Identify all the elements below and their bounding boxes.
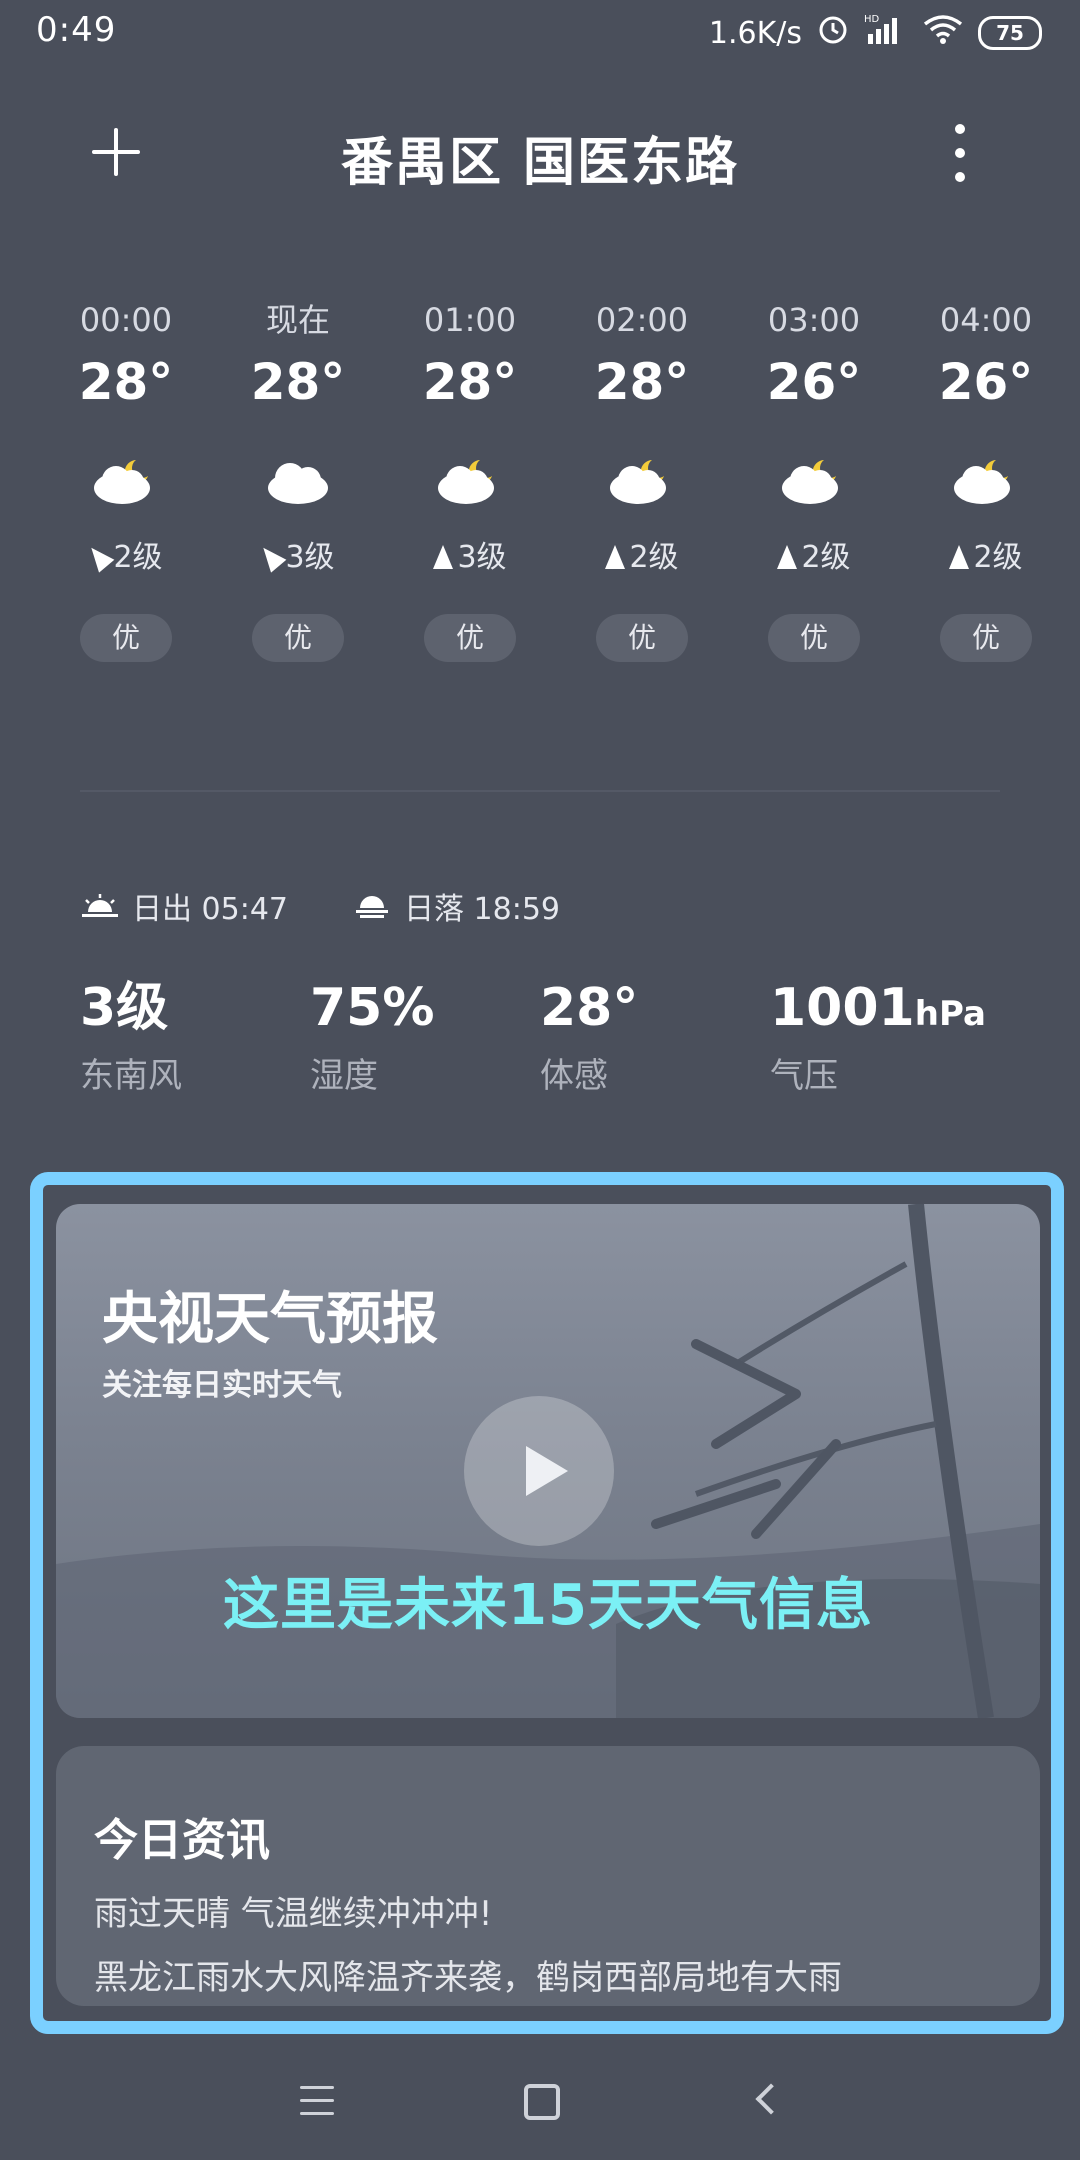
signal-icon: HD — [864, 12, 908, 54]
hour-time: 00:00 — [79, 301, 173, 339]
wind-direction-icon — [605, 545, 626, 569]
hour-wind: 2级 — [728, 538, 900, 578]
stat-humidity: 75% 湿度 — [310, 976, 530, 1097]
aqi-badge: 优 — [768, 614, 860, 662]
aqi-badge: 优 — [940, 614, 1032, 662]
status-time: 0:49 — [36, 10, 117, 50]
hour-time: 现在 — [265, 301, 330, 339]
partly-cloudy-night-icon — [946, 450, 1026, 508]
hour-item: 01:00 28° 3级 优 — [384, 300, 556, 662]
hour-item: 现在 28° 3级 优 — [212, 300, 384, 662]
wind-direction-icon — [777, 545, 798, 569]
news-card[interactable]: 今日资讯 雨过天晴 气温继续冲冲冲! 黑龙江雨水大风降温齐来袭，鹤岗西部局地有大… — [56, 1746, 1040, 2006]
header: 番禺区 国医东路 — [0, 110, 1080, 200]
aqi-badge: 优 — [596, 614, 688, 662]
hour-wind: 2级 — [556, 538, 728, 578]
hour-temp: 26° — [766, 353, 862, 411]
battery-icon: 75 — [978, 16, 1042, 50]
hour-time: 02:00 — [595, 301, 689, 339]
hour-wind: 3级 — [384, 538, 556, 578]
hour-temp: 26° — [938, 353, 1034, 411]
menu-icon[interactable] — [300, 2086, 334, 2115]
stat-label: 东南风 — [80, 1056, 182, 1096]
wind-direction-icon — [949, 545, 970, 569]
sunrise-icon — [80, 892, 120, 920]
network-speed: 1.6K/s — [708, 15, 802, 51]
more-options-button[interactable] — [954, 124, 966, 182]
aqi-badge: 优 — [252, 614, 344, 662]
back-icon[interactable] — [755, 2083, 787, 2115]
hour-temp: 28° — [594, 353, 690, 411]
wind-direction-icon — [256, 541, 287, 573]
hd-label: HD — [864, 14, 880, 25]
stat-wind: 3级 东南风 — [80, 976, 300, 1097]
home-icon[interactable] — [524, 2084, 560, 2120]
status-icons: 1.6K/s HD 75 — [709, 12, 1042, 54]
partly-cloudy-night-icon — [430, 450, 510, 508]
wind-direction-icon — [433, 545, 454, 569]
sunset: 日落 18:59 — [352, 884, 560, 928]
sunset-text: 日落 18:59 — [404, 892, 560, 927]
partly-cloudy-night-icon — [774, 450, 854, 508]
hour-time: 01:00 — [423, 301, 517, 339]
hour-item: 00:00 28° 2级 优 — [40, 300, 212, 662]
play-button[interactable] — [464, 1396, 614, 1546]
partly-cloudy-night-icon — [86, 450, 166, 508]
stat-label: 气压 — [770, 1056, 838, 1096]
sun-times: 日出 05:47 日落 18:59 — [80, 884, 624, 928]
sunrise-text: 日出 05:47 — [132, 892, 288, 927]
video-title: 央视天气预报 — [102, 1287, 438, 1352]
stat-value: 1001hPa — [770, 978, 986, 1038]
hourly-forecast[interactable]: 00:00 28° 2级 优 现在 28° 3级 优 01:00 28° 3级 … — [40, 300, 1080, 700]
news-title: 今日资讯 — [94, 1815, 270, 1866]
partly-cloudy-night-icon — [602, 450, 682, 508]
aqi-badge: 优 — [80, 614, 172, 662]
hour-wind: 3级 — [212, 538, 384, 578]
stat-feels-like: 28° 体感 — [540, 976, 760, 1097]
cloudy-icon — [258, 450, 338, 508]
weather-video-card[interactable]: 央视天气预报 关注每日实时天气 这里是未来15天天气信息 — [56, 1204, 1040, 1718]
stat-label: 体感 — [540, 1056, 608, 1096]
page-title: 番禺区 国医东路 — [340, 133, 740, 193]
status-bar: 0:49 1.6K/s HD 75 — [0, 0, 1080, 64]
hour-item: 04:00 26° 2级 优 — [900, 300, 1072, 662]
wifi-icon — [922, 12, 964, 54]
stat-value: 28° — [540, 978, 639, 1038]
hour-wind: 2级 — [900, 538, 1072, 578]
stat-pressure: 1001hPa 气压 — [770, 976, 990, 1097]
hour-time: 03:00 — [767, 301, 861, 339]
section-divider — [80, 790, 1000, 792]
hour-wind: 2级 — [40, 538, 212, 578]
stat-label: 湿度 — [310, 1056, 378, 1096]
wind-direction-icon — [84, 541, 115, 573]
hour-temp: 28° — [250, 353, 346, 411]
aqi-badge: 优 — [424, 614, 516, 662]
sunset-icon — [352, 892, 392, 920]
hour-item: 02:00 28° 2级 优 — [556, 300, 728, 662]
weather-stats: 3级 东南风 75% 湿度 28° 体感 1001hPa 气压 — [80, 976, 1040, 1096]
alarm-icon — [816, 12, 850, 54]
sunrise: 日出 05:47 — [80, 884, 288, 928]
forecast-annotation: 这里是未来15天天气信息 — [223, 1573, 873, 1638]
news-item[interactable]: 雨过天晴 气温继续冲冲冲! — [94, 1886, 492, 1935]
stat-value: 3级 — [80, 978, 169, 1038]
video-subtitle: 关注每日实时天气 — [102, 1368, 342, 1403]
hour-item: 03:00 26° 2级 优 — [728, 300, 900, 662]
hour-temp: 28° — [78, 353, 174, 411]
news-item[interactable]: 黑龙江雨水大风降温齐来袭，鹤岗西部局地有大雨 — [94, 1950, 842, 1999]
stat-value: 75% — [310, 978, 435, 1038]
stat-unit: hPa — [914, 994, 986, 1034]
hour-time: 04:00 — [939, 301, 1033, 339]
hour-temp: 28° — [422, 353, 518, 411]
navigation-bar — [0, 2060, 1080, 2160]
